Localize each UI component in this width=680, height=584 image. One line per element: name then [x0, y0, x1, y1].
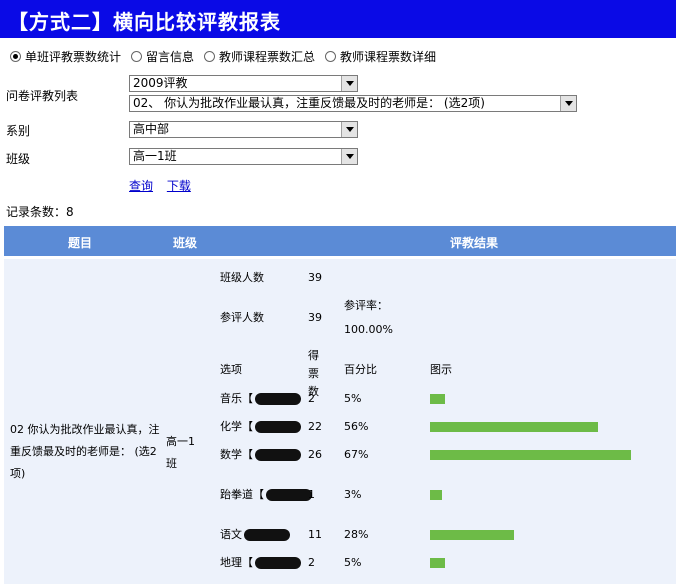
votes-value: 26 — [308, 448, 322, 461]
table-header: 题目 班级 评教结果 — [4, 226, 676, 256]
redacted-name-mark — [244, 529, 290, 541]
option-label: 语文 — [220, 528, 242, 541]
radio-icon[interactable] — [204, 51, 216, 62]
class-cell: 高一1班 — [166, 435, 195, 470]
vote-bar — [430, 450, 631, 460]
mode-option-teacher-summary[interactable]: 教师课程票数汇总 — [204, 48, 315, 65]
rate-label: 参评率： — [344, 299, 388, 312]
redacted-name-mark — [255, 449, 301, 461]
option-label: 音乐【 — [220, 392, 253, 405]
redacted-name-mark — [266, 489, 312, 501]
option-label: 数学【 — [220, 448, 253, 461]
mode-radio-group: 单班评教票数统计 留言信息 教师课程票数汇总 教师课程票数详细 — [10, 48, 446, 65]
option-label: 地理【 — [220, 556, 253, 569]
option-label: 跆拳道【 — [220, 488, 264, 501]
percent-value: 67% — [344, 448, 369, 461]
query-link[interactable]: 查询 — [129, 179, 153, 193]
mode-option-single-class[interactable]: 单班评教票数统计 — [10, 48, 121, 65]
class-select[interactable]: 高一1班 — [129, 148, 358, 165]
mode-option-label: 教师课程票数详细 — [340, 50, 437, 64]
mode-option-label: 单班评教票数统计 — [25, 50, 122, 64]
rate-value: 100.00% — [344, 323, 393, 336]
percent-value: 5% — [344, 556, 362, 569]
radio-icon[interactable] — [131, 51, 143, 62]
col-chart-header: 图示 — [430, 363, 452, 376]
action-links: 查询 下载 — [129, 177, 201, 194]
mode-option-teacher-detail[interactable]: 教师课程票数详细 — [325, 48, 436, 65]
mode-option-label: 留言信息 — [146, 50, 195, 64]
title-banner: 【方式二】横向比较评教报表 — [0, 0, 676, 38]
topic-cell: 02 你认为批改作业最认真，注重反馈最及时的老师是： (选2项) — [10, 423, 160, 480]
mode-option-label: 教师课程票数汇总 — [219, 50, 316, 64]
percent-value: 28% — [344, 528, 369, 541]
participants-value: 39 — [308, 311, 322, 324]
votes-value: 1 — [308, 488, 315, 501]
chevron-down-icon[interactable] — [341, 76, 357, 91]
class-select-value: 高一1班 — [133, 149, 177, 163]
vote-bar — [430, 490, 442, 500]
class-label: 班级 — [6, 152, 31, 166]
option-label: 化学【 — [220, 420, 253, 433]
class-size-label: 班级人数 — [220, 271, 264, 284]
survey-select[interactable]: 2009评教 — [129, 75, 358, 92]
chevron-down-icon[interactable] — [341, 149, 357, 164]
votes-value: 11 — [308, 528, 322, 541]
mode-option-messages[interactable]: 留言信息 — [131, 48, 194, 65]
vote-bar — [430, 530, 514, 540]
header-result: 评教结果 — [450, 236, 499, 250]
vote-bar — [430, 558, 445, 568]
participants-label: 参评人数 — [220, 311, 264, 324]
redacted-name-mark — [255, 557, 301, 569]
redacted-name-mark — [255, 393, 301, 405]
percent-value: 56% — [344, 420, 369, 433]
dept-select[interactable]: 高中部 — [129, 121, 358, 138]
radio-icon[interactable] — [325, 51, 337, 62]
header-topic: 题目 — [68, 236, 93, 250]
class-size-value: 39 — [308, 271, 322, 284]
vote-bar — [430, 422, 598, 432]
percent-value: 5% — [344, 392, 362, 405]
vote-bar — [430, 394, 445, 404]
chevron-down-icon[interactable] — [560, 96, 576, 111]
page-title: 【方式二】横向比较评教报表 — [8, 10, 281, 34]
col-percent-header: 百分比 — [344, 363, 377, 376]
chevron-down-icon[interactable] — [341, 122, 357, 137]
survey-select-value: 2009评教 — [133, 76, 188, 90]
question-select-value: 02、 你认为批改作业最认真，注重反馈最及时的老师是： (选2项) — [133, 96, 485, 110]
header-class: 班级 — [173, 236, 198, 250]
redacted-name-mark — [255, 421, 301, 433]
survey-label: 问卷评教列表 — [6, 89, 79, 103]
radio-icon[interactable] — [10, 51, 21, 62]
votes-value: 2 — [308, 392, 315, 405]
record-count: 记录条数：8 — [6, 205, 74, 219]
question-select[interactable]: 02、 你认为批改作业最认真，注重反馈最及时的老师是： (选2项) — [129, 95, 577, 112]
percent-value: 3% — [344, 488, 362, 501]
dept-select-value: 高中部 — [133, 122, 170, 136]
dept-label: 系别 — [6, 124, 31, 138]
col-option-header: 选项 — [220, 363, 242, 376]
votes-value: 2 — [308, 556, 315, 569]
votes-value: 22 — [308, 420, 322, 433]
table-row: 02 你认为批改作业最认真，注重反馈最及时的老师是： (选2项) 高一1班 班级… — [4, 259, 676, 584]
download-link[interactable]: 下载 — [167, 179, 191, 193]
